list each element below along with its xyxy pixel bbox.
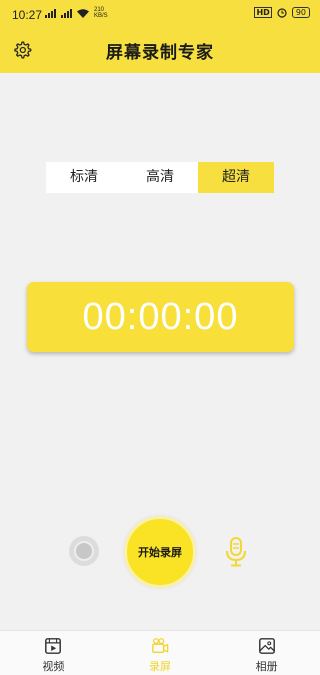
- status-right: HD 90: [254, 7, 310, 18]
- nav-item-album[interactable]: 相册: [213, 631, 320, 675]
- nav-item-record[interactable]: 录屏: [107, 631, 214, 675]
- nav-label-record: 录屏: [149, 660, 171, 673]
- timer-card: 00:00:00: [27, 282, 294, 352]
- status-network: 210 KB/S: [45, 7, 112, 19]
- camera-record-icon: [152, 638, 169, 653]
- bottom-nav: 视频 录屏 相册: [0, 630, 320, 675]
- record-dot-icon: [74, 541, 94, 561]
- net-speed: 210 KB/S: [94, 7, 112, 19]
- start-recording-button[interactable]: 开始录屏: [124, 516, 196, 588]
- quality-option-sd[interactable]: 标清: [46, 162, 122, 193]
- status-bar: 10:27 210 KB/S HD 90: [0, 0, 320, 26]
- battery-indicator: 90: [291, 7, 310, 18]
- net-speed-unit: KB/S: [94, 13, 108, 19]
- microphone-icon[interactable]: [222, 536, 250, 568]
- quality-selector: 标清 高清 超清: [46, 162, 274, 193]
- wifi-icon: [77, 8, 89, 18]
- signal-icon-2: [61, 8, 72, 18]
- nav-item-video[interactable]: 视频: [0, 631, 107, 675]
- video-icon: [45, 638, 62, 654]
- page-title: 屏幕录制专家: [106, 43, 214, 63]
- start-recording-label: 开始录屏: [138, 546, 182, 559]
- alarm-icon: [277, 7, 287, 18]
- record-controls: 开始录屏: [0, 516, 320, 588]
- album-icon: [258, 638, 275, 654]
- app-header: 10:27 210 KB/S HD 90 屏幕录制专家: [0, 0, 320, 73]
- signal-icon: [45, 8, 56, 18]
- nav-label-album: 相册: [255, 660, 278, 673]
- recording-timer: 00:00:00: [82, 295, 239, 338]
- hd-badge: HD: [254, 7, 272, 18]
- floating-ball-toggle-button[interactable]: [69, 536, 99, 566]
- quality-option-hd[interactable]: 高清: [122, 162, 198, 193]
- quality-option-uhd[interactable]: 超清: [198, 162, 274, 193]
- nav-label-video: 视频: [42, 660, 65, 673]
- status-time: 10:27: [12, 8, 43, 22]
